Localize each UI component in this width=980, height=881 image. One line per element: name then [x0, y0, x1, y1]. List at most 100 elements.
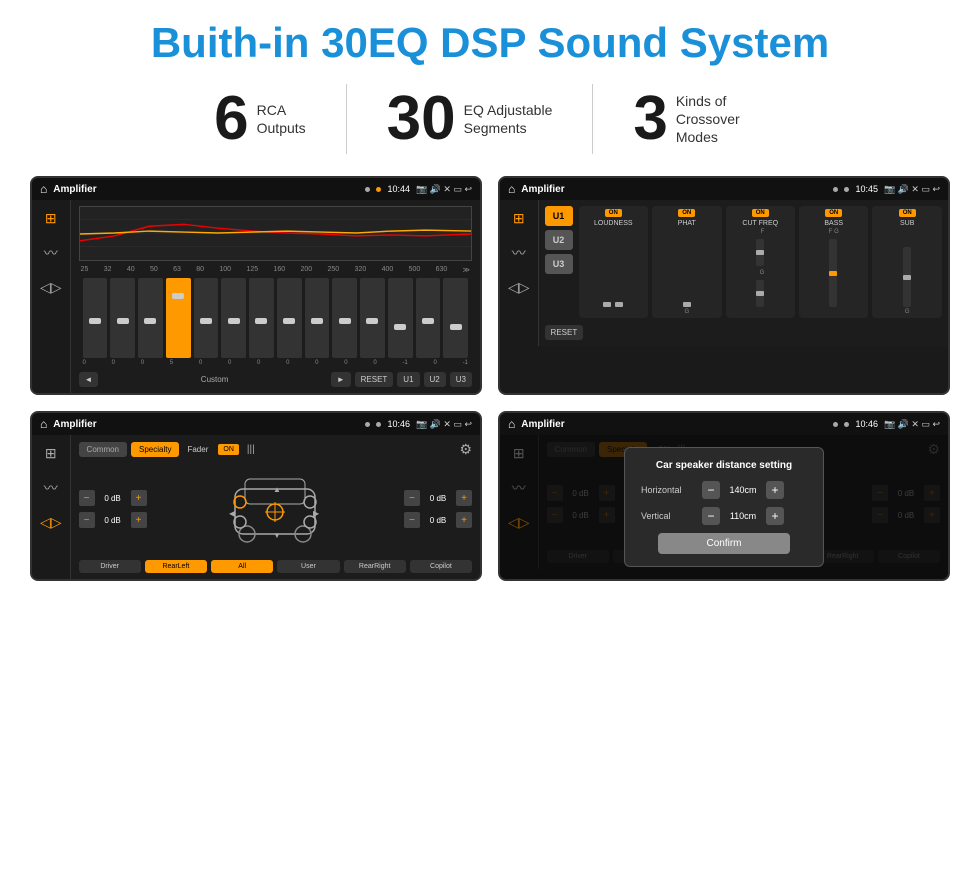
app-name-2: Amplifier [521, 184, 827, 195]
eq-thumb-14[interactable] [450, 324, 462, 330]
bass-slider[interactable] [829, 239, 837, 307]
fader-settings-icon[interactable]: ⚙ [459, 441, 472, 458]
eq-graph-area[interactable] [79, 206, 472, 261]
dialog-horizontal-plus[interactable]: + [766, 481, 784, 499]
eq-u3-btn[interactable]: U3 [450, 372, 472, 387]
eq-slider-2[interactable] [110, 278, 135, 358]
db-minus-rr[interactable]: − [404, 512, 420, 528]
eq-thumb-11[interactable] [366, 318, 378, 324]
dialog-vertical-minus[interactable]: − [702, 507, 720, 525]
xover-preset-u2[interactable]: U2 [545, 230, 573, 250]
home-icon-3[interactable]: ⌂ [40, 417, 47, 431]
eq-slider-1[interactable] [83, 278, 108, 358]
eq-slider-10[interactable] [332, 278, 357, 358]
eq-slider-5[interactable] [194, 278, 219, 358]
eq-slider-13[interactable] [416, 278, 441, 358]
dialog-horizontal-minus[interactable]: − [702, 481, 720, 499]
eq-sliders-row[interactable] [79, 278, 472, 358]
eq-thumb-12[interactable] [394, 324, 406, 330]
db-plus-fr[interactable]: + [456, 490, 472, 506]
cutfreq-label: CUT FREQ [742, 220, 778, 227]
btn-rearleft-3[interactable]: RearLeft [145, 560, 207, 573]
eq-thumb-4[interactable] [172, 293, 184, 299]
eq-slider-11[interactable] [360, 278, 385, 358]
eq-thumb-8[interactable] [283, 318, 295, 324]
phat-slider[interactable] [683, 302, 691, 307]
db-minus-rl[interactable]: − [79, 512, 95, 528]
sidebar-wave-icon[interactable]: 〰 [40, 239, 62, 267]
db-plus-rr[interactable]: + [456, 512, 472, 528]
eq-slider-8[interactable] [277, 278, 302, 358]
home-icon-4[interactable]: ⌂ [508, 417, 515, 431]
sub-slider[interactable] [903, 247, 911, 307]
eq-slider-7[interactable] [249, 278, 274, 358]
bass-thumb[interactable] [829, 271, 837, 276]
sidebar-fader-eq-icon[interactable]: ⊞ [41, 441, 61, 466]
sidebar-xover-wave-icon[interactable]: 〰 [508, 239, 530, 267]
loudness-thumb-r[interactable] [615, 302, 623, 307]
db-minus-fr[interactable]: − [404, 490, 420, 506]
loudness-label: LOUDNESS [594, 220, 633, 227]
eq-thumb-5[interactable] [200, 318, 212, 324]
dialog-vertical-plus[interactable]: + [766, 507, 784, 525]
eq-next-btn[interactable]: ► [331, 372, 351, 387]
fader-tab-common[interactable]: Common [79, 442, 127, 457]
cutfreq-thumb-f[interactable] [756, 250, 764, 255]
db-minus-fl[interactable]: − [79, 490, 95, 506]
cutfreq-thumb-g[interactable] [756, 291, 764, 296]
eq-slider-4[interactable] [166, 278, 191, 358]
eq-thumb-9[interactable] [311, 318, 323, 324]
status-time-3: 10:46 [387, 419, 410, 429]
eq-reset-btn[interactable]: RESET [355, 372, 394, 387]
sub-thumb[interactable] [903, 275, 911, 280]
eq-slider-3[interactable] [138, 278, 163, 358]
db-plus-fl[interactable]: + [131, 490, 147, 506]
db-plus-rl[interactable]: + [131, 512, 147, 528]
phat-thumb[interactable] [683, 302, 691, 307]
car-diagram: ▲ ▼ ◀ ▶ [153, 464, 398, 554]
eq-prev-btn[interactable]: ◄ [79, 372, 99, 387]
eq-slider-14[interactable] [443, 278, 468, 358]
xover-reset-btn[interactable]: RESET [545, 325, 584, 340]
cutfreq-slider-g[interactable] [756, 280, 764, 307]
btn-rearright-3[interactable]: RearRight [344, 560, 406, 573]
sidebar-fader-wave-icon[interactable]: 〰 [40, 474, 62, 502]
eq-thumb-3[interactable] [144, 318, 156, 324]
eq-u1-btn[interactable]: U1 [397, 372, 419, 387]
cutfreq-slider-f[interactable] [756, 239, 764, 266]
btn-user-3[interactable]: User [277, 560, 339, 573]
btn-copilot-3[interactable]: Copilot [410, 560, 472, 573]
status-dot-1 [365, 187, 370, 192]
dialog-horizontal-stepper: − 140cm + [702, 481, 784, 499]
xover-preset-u3[interactable]: U3 [545, 254, 573, 274]
sidebar-eq-icon[interactable]: ⊞ [41, 206, 61, 231]
dialog-confirm-button[interactable]: Confirm [658, 533, 791, 554]
btn-all-3[interactable]: All [211, 560, 273, 573]
xover-preset-u1[interactable]: U1 [545, 206, 573, 226]
eq-thumb-1[interactable] [89, 318, 101, 324]
sidebar-speaker-icon[interactable]: ◁▷ [36, 275, 66, 300]
loudness-slider-r[interactable] [615, 302, 623, 307]
home-icon-2[interactable]: ⌂ [508, 182, 515, 196]
loudness-slider-l[interactable] [603, 302, 611, 307]
loudness-thumb-l[interactable] [603, 302, 611, 307]
eq-slider-9[interactable] [305, 278, 330, 358]
fader-on-btn[interactable]: ON [218, 444, 239, 455]
dialog-horizontal-row: Horizontal − 140cm + [641, 481, 807, 499]
btn-driver-3[interactable]: Driver [79, 560, 141, 573]
sidebar-fader-spk-icon[interactable]: ◁▷ [36, 510, 66, 535]
eq-slider-12[interactable] [388, 278, 413, 358]
eq-thumb-6[interactable] [228, 318, 240, 324]
stat-eq: 30 EQ AdjustableSegments [347, 88, 593, 150]
eq-slider-6[interactable] [221, 278, 246, 358]
sidebar-xover-eq-icon[interactable]: ⊞ [509, 206, 529, 231]
eq-thumb-7[interactable] [255, 318, 267, 324]
eq-u2-btn[interactable]: U2 [424, 372, 446, 387]
eq-thumb-13[interactable] [422, 318, 434, 324]
fader-tab-specialty[interactable]: Specialty [131, 442, 179, 457]
eq-thumb-10[interactable] [339, 318, 351, 324]
status-dot-4b [844, 422, 849, 427]
home-icon-1[interactable]: ⌂ [40, 182, 47, 196]
eq-thumb-2[interactable] [117, 318, 129, 324]
sidebar-xover-spk-icon[interactable]: ◁▷ [504, 275, 534, 300]
